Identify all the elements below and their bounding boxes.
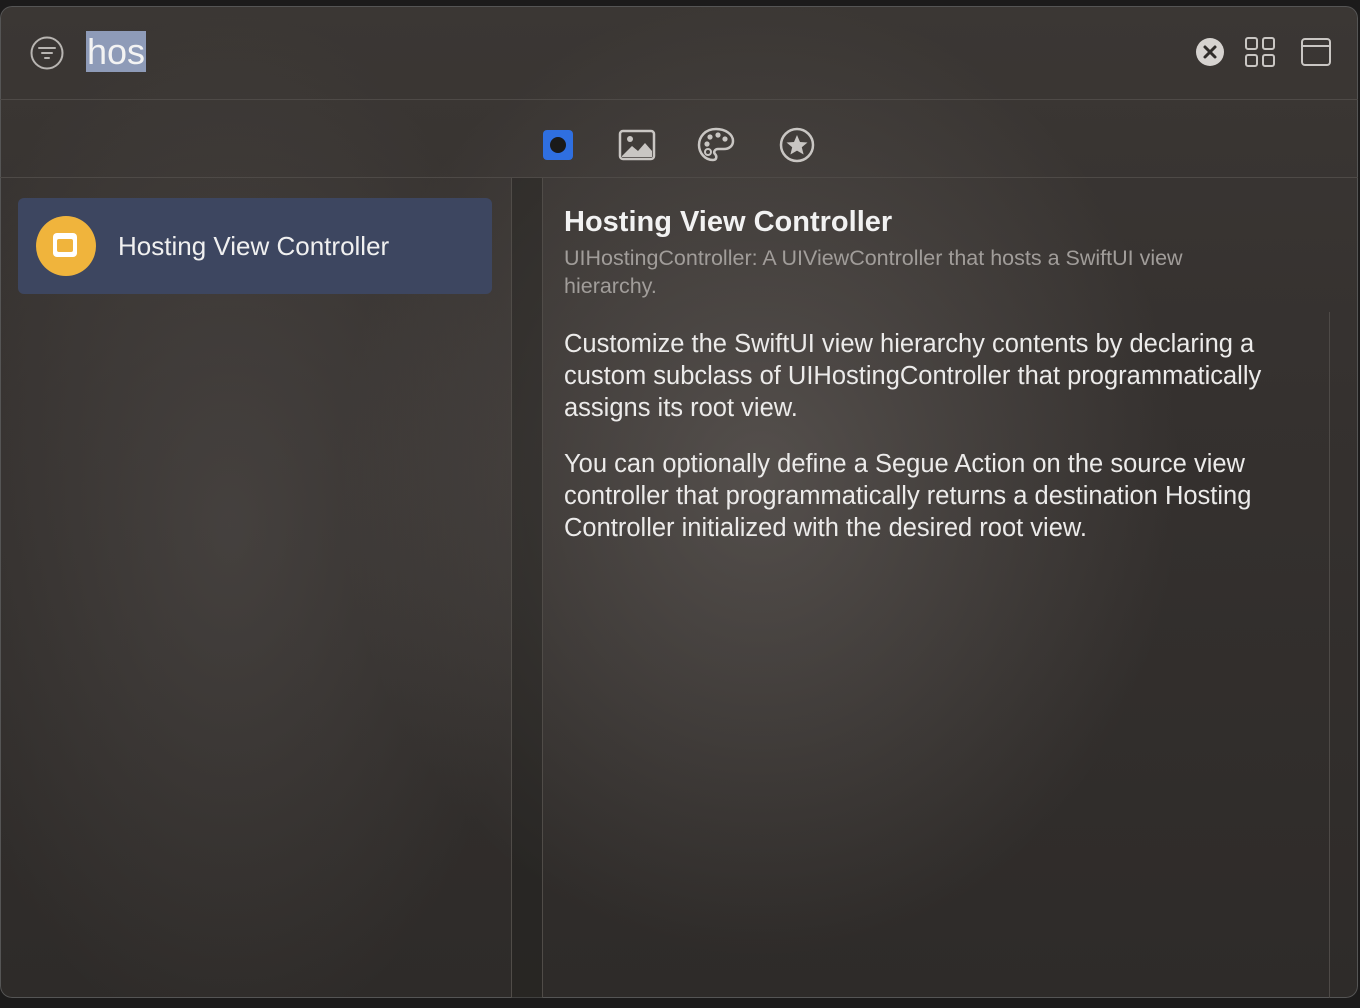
- detail-panel-icon[interactable]: [1300, 36, 1332, 68]
- grid-view-icon[interactable]: [1244, 36, 1276, 68]
- library-tab-bar: [0, 100, 1358, 178]
- search-bar: hos: [0, 6, 1358, 100]
- search-input[interactable]: hos: [86, 28, 1166, 75]
- star-tab-icon[interactable]: [778, 126, 816, 164]
- detail-paragraph: Customize the SwiftUI view hierarchy con…: [564, 330, 1262, 422]
- palette-tab-icon[interactable]: [697, 126, 735, 164]
- detail-description: Customize the SwiftUI view hierarchy con…: [564, 328, 1304, 568]
- hosting-controller-icon: [36, 216, 96, 276]
- detail-pane: Hosting View Controller UIHostingControl…: [543, 178, 1358, 998]
- clear-search-icon[interactable]: [1195, 37, 1225, 67]
- results-list: Hosting View Controller: [0, 178, 512, 998]
- pane-splitter[interactable]: [512, 178, 543, 998]
- detail-paragraph: You can optionally define a Segue Action…: [564, 450, 1252, 542]
- library-window: hos Hosting View Controller Hosting View…: [0, 6, 1358, 998]
- detail-subtitle: UIHostingController: A UIViewController …: [564, 246, 1183, 298]
- scrollbar[interactable]: [1329, 312, 1330, 998]
- list-item[interactable]: Hosting View Controller: [18, 198, 492, 294]
- list-item-label: Hosting View Controller: [118, 231, 390, 261]
- image-tab-icon[interactable]: [618, 126, 656, 164]
- filter-icon[interactable]: [30, 36, 64, 70]
- objects-tab-icon[interactable]: [539, 126, 577, 164]
- detail-title: Hosting View Controller: [564, 206, 893, 238]
- search-query-selection: hos: [86, 31, 147, 72]
